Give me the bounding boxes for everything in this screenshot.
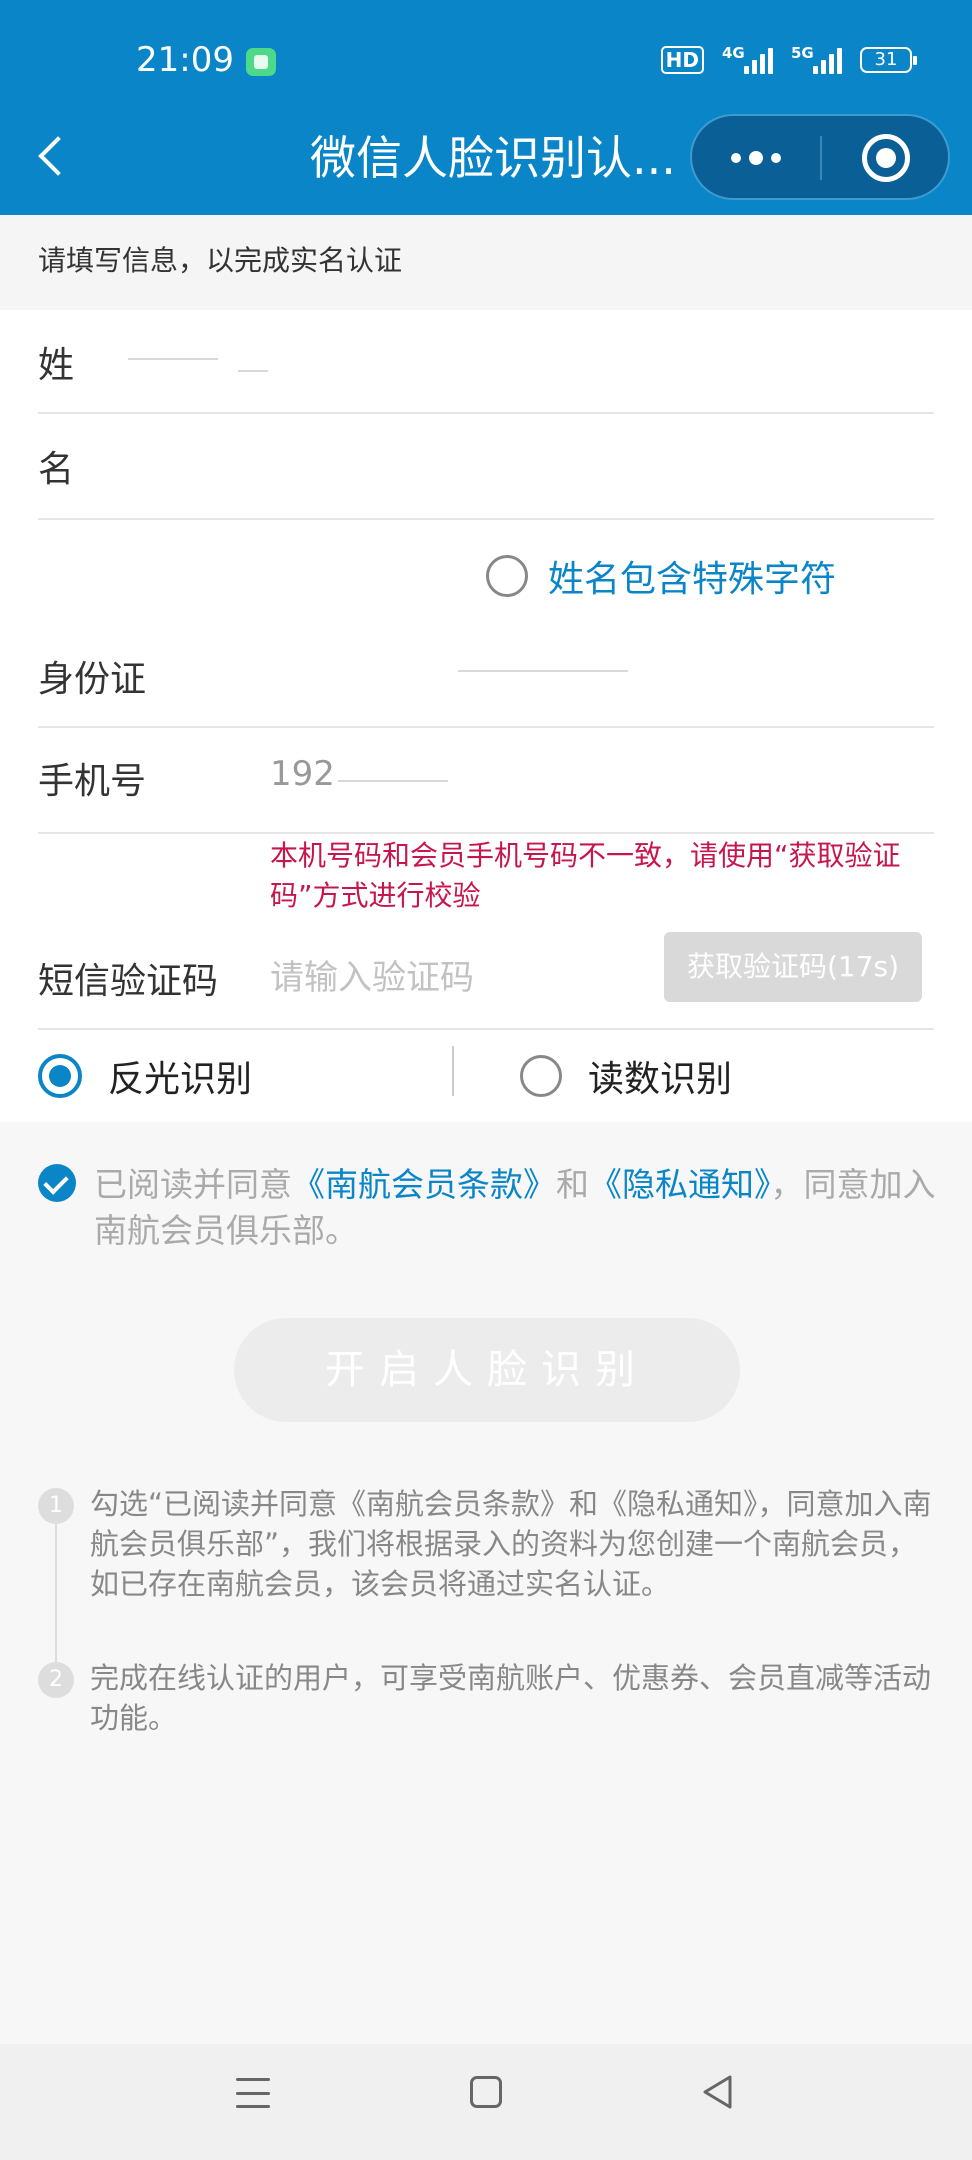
tip-number: 2 (38, 1662, 74, 1698)
agree-checkbox[interactable] (38, 1164, 76, 1202)
special-chars-option[interactable]: 姓名包含特殊字符 (486, 550, 836, 602)
system-nav-bar (0, 2044, 972, 2160)
sms-input[interactable]: 请输入验证码 (270, 950, 474, 999)
id-row[interactable]: 身份证 (38, 626, 934, 728)
mode-reflect-radio[interactable] (38, 1054, 82, 1098)
given-name-label: 名 (38, 449, 75, 490)
sms-label: 短信验证码 (38, 961, 219, 1002)
nav-back-icon[interactable] (700, 2074, 734, 2110)
home-icon[interactable] (470, 2076, 502, 2108)
given-name-row[interactable]: 名 (38, 414, 934, 520)
header: 21:09 HD 4G 5G 31 微信人脸识别认... (0, 0, 972, 215)
mode-read-label: 读数识别 (588, 1059, 733, 1100)
mode-read-option[interactable]: 读数识别 (520, 1050, 732, 1102)
close-target-icon[interactable] (862, 134, 910, 182)
battery-icon: 31 (860, 47, 917, 73)
notice-text: 请填写信息，以完成实名认证 (0, 215, 972, 310)
agreement-text: 已阅读并同意《南航会员条款》和《隐私通知》，同意加入南航会员俱乐部。 (94, 1165, 936, 1250)
miniprogram-capsule (690, 114, 950, 200)
status-bar: 21:09 HD 4G 5G 31 (0, 0, 972, 120)
capsule-divider (820, 136, 822, 180)
menu-icon[interactable] (236, 2078, 270, 2108)
special-chars-label: 姓名包含特殊字符 (548, 559, 837, 600)
member-terms-link[interactable]: 《南航会员条款》 (292, 1165, 556, 1204)
tip-text: 勾选“已阅读并同意《南航会员条款》和《隐私通知》，同意加入南航会员俱乐部”，我们… (90, 1487, 932, 1601)
recognition-mode: 反光识别 读数识别 (0, 1030, 972, 1122)
get-code-button[interactable]: 获取验证码(17s) (664, 932, 922, 1002)
more-dots-icon[interactable] (692, 116, 820, 200)
status-icons: HD 4G 5G 31 (660, 44, 917, 74)
verification-form: 姓 名 姓名包含特殊字符 身份证 手机号 192 本机号码和会员手机号码不一致，… (0, 310, 972, 1122)
mode-divider (452, 1046, 454, 1096)
start-face-recognition-button[interactable]: 开启人脸识别 (234, 1318, 740, 1422)
id-label: 身份证 (38, 659, 147, 700)
hd-icon: HD (660, 46, 704, 74)
surname-label: 姓 (38, 345, 75, 386)
back-chevron-icon[interactable] (34, 128, 74, 188)
mode-read-radio[interactable] (520, 1055, 562, 1097)
tip-text: 完成在线认证的用户，可享受南航账户、优惠券、会员直减等活动功能。 (90, 1661, 932, 1735)
phone-error-message: 本机号码和会员手机号码不一致，请使用“获取验证码”方式进行校验 (270, 839, 901, 912)
app-notification-icon (246, 48, 276, 76)
phone-label: 手机号 (38, 761, 147, 802)
signal-5g-icon: 5G (791, 44, 842, 74)
privacy-notice-link[interactable]: 《隐私通知》 (589, 1165, 771, 1204)
mode-reflect-option[interactable]: 反光识别 (38, 1050, 252, 1102)
phone-row[interactable]: 手机号 192 (38, 728, 934, 834)
page-title: 微信人脸识别认... (310, 131, 676, 185)
signal-4g-icon: 4G (722, 44, 773, 74)
mode-reflect-label: 反光识别 (108, 1059, 253, 1100)
status-time: 21:09 (136, 40, 234, 80)
surname-row[interactable]: 姓 (38, 310, 934, 414)
special-chars-radio[interactable] (486, 555, 528, 597)
tip-number: 1 (38, 1488, 74, 1524)
phone-value[interactable]: 192 (270, 754, 335, 794)
